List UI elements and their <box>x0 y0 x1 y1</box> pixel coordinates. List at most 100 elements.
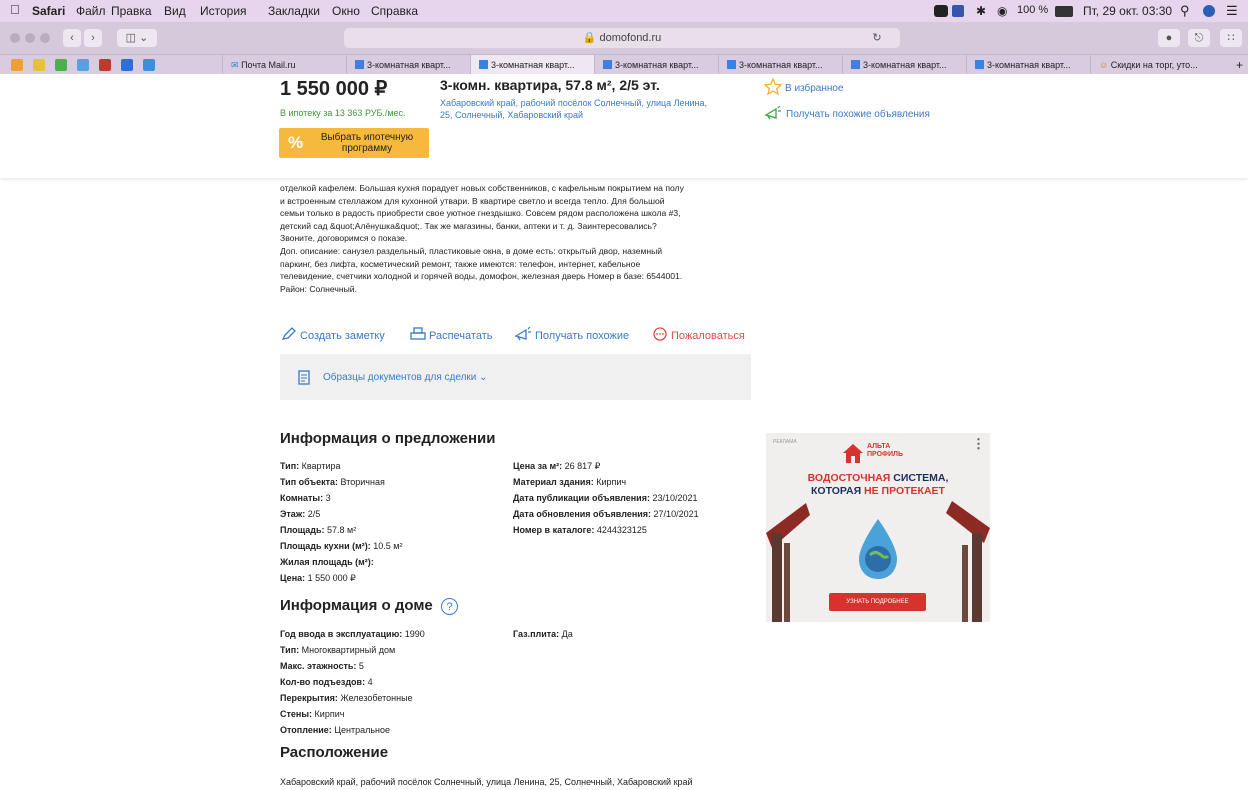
document-icon <box>298 370 310 385</box>
description-line: и встроенным стеллажом для кухонной утва… <box>280 195 665 206</box>
similar-label: Получать похожие <box>535 330 630 342</box>
listing-address[interactable]: Хабаровский край, рабочий посёлок Солнеч… <box>440 97 720 121</box>
extension-icon[interactable]: ● <box>1158 29 1180 47</box>
siri-icon[interactable] <box>1203 5 1215 17</box>
menu-app-name[interactable]: Safari <box>32 4 65 18</box>
description-line: Район: Солнечный. <box>280 283 357 294</box>
favorite-icon-1[interactable] <box>11 59 23 71</box>
tab-listing-5[interactable]: 3-комнатная кварт... <box>842 55 966 75</box>
documents-panel[interactable]: Образцы документов для сделки ⌄ <box>280 354 751 400</box>
menu-history[interactable]: История <box>200 4 247 18</box>
ad-brand: АЛЬТА ПРОФИЛЬ <box>867 443 904 458</box>
listing-description: отделкой кафелем. Большая кухня порадует… <box>280 182 752 295</box>
menu-view[interactable]: Вид <box>164 4 186 18</box>
browser-toolbar: ‹ › ◫ ⌄ ◐ ≡ 🔒 domofond.ru ↻ ● ⎋ ∷ <box>0 22 1248 54</box>
tab-avito[interactable]: ☺ Скидки на торг, уто... <box>1090 55 1230 75</box>
close-window-button[interactable] <box>10 33 20 43</box>
menu-edit[interactable]: Правка <box>111 4 152 18</box>
advertisement-banner[interactable]: РЕКЛАМА ⋮ АЛЬТА ПРОФИЛЬ ВОДОСТОЧНАЯ СИСТЕ… <box>766 433 990 622</box>
print-label: Распечатать <box>429 330 493 342</box>
percent-icon: % <box>288 133 304 152</box>
description-line: паркинг, без лифта, косметический ремонт… <box>280 258 641 269</box>
report-label: Пожаловаться <box>671 330 745 342</box>
status-app-icon[interactable] <box>934 5 948 17</box>
domofond-icon <box>727 60 736 69</box>
battery-icon[interactable] <box>1055 6 1073 17</box>
wifi-icon[interactable]: ◉ <box>997 4 1007 18</box>
tab-overview-icon[interactable]: ∷ <box>1220 29 1242 47</box>
tab-listing-3[interactable]: 3-комнатная кварт... <box>594 55 718 75</box>
mortgage-button-label: Выбрать ипотечную программу <box>320 132 414 154</box>
tab-listing-2[interactable]: 3-комнатная кварт... <box>470 55 594 75</box>
add-favorite-link[interactable]: В избранное <box>763 77 844 96</box>
spotlight-search-icon[interactable]: ⚲ <box>1180 3 1190 19</box>
favorite-icon-7[interactable] <box>143 59 155 71</box>
tab-label: 3-комнатная кварт... <box>739 60 823 70</box>
offer-field: Дата публикации объявления: 23/10/2021 <box>513 493 698 503</box>
address-bar[interactable]: 🔒 domofond.ru <box>344 28 900 48</box>
tab-listing-4[interactable]: 3-комнатная кварт... <box>718 55 842 75</box>
offer-info-left: Тип: Квартира Тип объекта: Вторичная Ком… <box>280 458 402 586</box>
favorite-icon-3[interactable] <box>55 59 67 71</box>
tab-label: 3-комнатная кварт... <box>491 60 575 70</box>
offer-field: Жилая площадь (м²): <box>280 557 374 567</box>
new-tab-icon[interactable]: + <box>1236 58 1243 72</box>
create-note-link[interactable]: Создать заметку <box>281 327 385 342</box>
menu-bar:  Safari Файл Правка Вид История Закладк… <box>0 0 1248 22</box>
bluetooth-icon[interactable]: ✱ <box>976 4 986 18</box>
listing-price: 1 550 000 ₽ <box>280 78 388 100</box>
zoom-window-button[interactable] <box>40 33 50 43</box>
subscribe-similar-link[interactable]: Получать похожие объявления <box>764 105 930 120</box>
offer-field: Комнаты: 3 <box>280 493 331 503</box>
discount-icon: ☺ <box>1099 60 1109 70</box>
menu-bookmarks[interactable]: Закладки <box>268 4 320 18</box>
offer-field: Тип объекта: Вторичная <box>280 477 385 487</box>
house-info-heading: Информация о доме <box>280 597 433 614</box>
offer-field: Площадь кухни (м²): 10.5 м² <box>280 541 403 551</box>
apple-menu[interactable] <box>10 3 20 17</box>
print-link[interactable]: Распечатать <box>410 327 492 342</box>
control-center-icon[interactable]: ☰ <box>1226 3 1238 19</box>
report-link[interactable]: Пожаловаться <box>652 327 745 342</box>
minimize-window-button[interactable] <box>25 33 35 43</box>
favorite-icon-2[interactable] <box>33 59 45 71</box>
choose-mortgage-button[interactable]: % Выбрать ипотечную программу <box>279 128 429 158</box>
tab-mail[interactable]: ✉ Почта Mail.ru <box>222 55 346 75</box>
forward-button[interactable]: › <box>84 29 102 47</box>
offer-info-heading: Информация о предложении <box>280 430 496 447</box>
reload-icon[interactable]: ↻ <box>868 29 886 47</box>
house-field: Перекрытия: Железобетонные <box>280 693 413 703</box>
megaphone-icon <box>764 105 781 120</box>
help-icon[interactable]: ? <box>441 598 458 615</box>
house-field: Стены: Кирпич <box>280 709 345 719</box>
tab-label: Скидки на торг, уто... <box>1110 60 1198 70</box>
house-field: Отопление: Центральное <box>280 725 391 735</box>
description-line: Звоните, договоримся о показе. <box>280 233 408 244</box>
menu-file[interactable]: Файл <box>76 4 106 18</box>
offer-field: Цена: 1 550 000 ₽ <box>280 573 356 583</box>
menu-window[interactable]: Окно <box>332 4 360 18</box>
chevron-down-icon: ⌄ <box>479 372 488 383</box>
offer-field: Номер в каталоге: 4244323125 <box>513 525 647 535</box>
gmail-icon[interactable] <box>99 59 111 71</box>
tab-listing-6[interactable]: 3-комнатная кварт... <box>966 55 1090 75</box>
more-options-icon[interactable]: ⋮ <box>972 436 985 452</box>
listing-title: 3-комн. квартира, 57.8 м², 2/5 эт. <box>440 77 660 93</box>
description-line: детский сад &quot;Алёнушка&quot;. Так же… <box>280 220 657 231</box>
note-label: Создать заметку <box>300 330 385 342</box>
favorite-icon-4[interactable] <box>77 59 89 71</box>
get-similar-link[interactable]: Получать похожие <box>514 326 630 342</box>
back-button[interactable]: ‹ <box>63 29 81 47</box>
offer-info-right: Цена за м²: 26 817 ₽ Материал здания: Ки… <box>513 458 699 538</box>
menu-help[interactable]: Справка <box>371 4 418 18</box>
ad-cta-button[interactable]: УЗНАТЬ ПОДРОБНЕЕ <box>829 593 926 611</box>
clock[interactable]: Пт, 29 окт. 03:30 <box>1083 4 1172 18</box>
house-info-left: Год ввода в эксплуатацию: 1990 Тип: Мног… <box>280 626 425 738</box>
share-icon[interactable]: ⎋ <box>1188 29 1210 47</box>
printer-icon <box>410 327 426 340</box>
sidebar-toggle-button[interactable]: ◫ ⌄ <box>117 29 157 47</box>
flag-icon[interactable] <box>952 5 964 17</box>
favorite-icon-6[interactable] <box>121 59 133 71</box>
location-heading: Расположение <box>280 744 389 761</box>
tab-listing-1[interactable]: 3-комнатная кварт... <box>346 55 470 75</box>
